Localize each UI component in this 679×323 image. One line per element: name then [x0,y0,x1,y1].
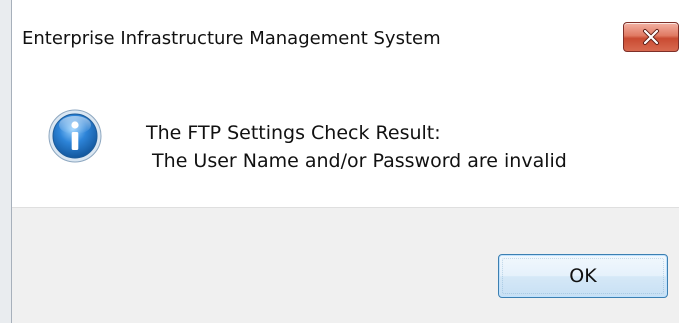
ok-button[interactable]: OK [498,254,668,298]
window-edge [0,0,12,323]
info-icon [47,108,103,164]
title-bar[interactable]: Enterprise Infrastructure Management Sys… [12,0,679,76]
message-dialog: Enterprise Infrastructure Management Sys… [0,0,679,323]
ok-button-label: OK [569,265,597,287]
message-line-2: The User Name and/or Password are invali… [146,150,567,172]
message-text: The FTP Settings Check Result: The User … [146,119,567,175]
message-line-1: The FTP Settings Check Result: [146,122,441,144]
window-title: Enterprise Infrastructure Management Sys… [22,28,441,49]
close-button[interactable] [623,22,679,52]
close-icon [624,23,678,51]
